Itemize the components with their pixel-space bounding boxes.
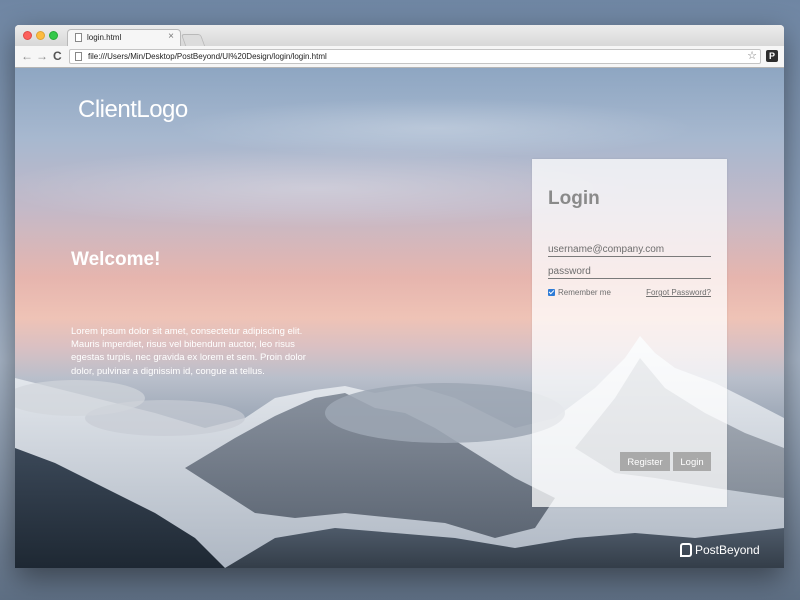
browser-toolbar: ← → C file:///Users/Min/Desktop/PostBeyo… [15, 46, 784, 68]
forward-arrow-icon[interactable]: → [36, 48, 48, 64]
login-panel: Login Remember me Forgot Password? Regis… [532, 159, 727, 507]
page-icon [75, 52, 82, 61]
maximize-window-button[interactable] [49, 31, 58, 40]
register-button[interactable]: Register [620, 452, 670, 471]
welcome-heading: Welcome! [71, 249, 161, 270]
remember-me-checkbox[interactable]: Remember me [548, 288, 611, 298]
login-button[interactable]: Login [673, 452, 711, 471]
reload-icon[interactable]: C [53, 48, 62, 64]
tab-login[interactable]: login.html × [67, 29, 181, 46]
new-tab-button[interactable] [180, 34, 206, 46]
browser-window: login.html × ← → C file:///Users/Min/Des… [15, 25, 784, 568]
client-logo: ClientLogo [78, 96, 188, 123]
checkbox-checked-icon[interactable] [548, 289, 555, 296]
address-bar[interactable]: file:///Users/Min/Desktop/PostBeyond/UI%… [69, 49, 761, 64]
postbeyond-extension-icon[interactable]: P [766, 50, 778, 62]
remember-me-label: Remember me [558, 288, 611, 297]
bookmark-star-icon[interactable]: ☆ [747, 49, 757, 62]
intro-text: Lorem ipsum dolor sit amet, consectetur … [71, 326, 306, 377]
tab-title: login.html [87, 33, 122, 42]
postbeyond-logo-icon [680, 543, 692, 557]
brand-name: PostBeyond [695, 543, 760, 557]
close-window-button[interactable] [23, 31, 32, 40]
page-viewport: ClientLogo Welcome! Lorem ipsum dolor si… [15, 68, 784, 568]
forgot-password-link[interactable]: Forgot Password? [646, 288, 711, 298]
postbeyond-brand: PostBeyond [680, 542, 760, 558]
document-icon [75, 33, 82, 42]
minimize-window-button[interactable] [36, 31, 45, 40]
username-input[interactable] [548, 242, 711, 257]
login-title: Login [548, 188, 600, 209]
back-arrow-icon[interactable]: ← [21, 48, 33, 64]
address-text[interactable]: file:///Users/Min/Desktop/PostBeyond/UI%… [88, 51, 327, 62]
password-input[interactable] [548, 264, 711, 279]
title-bar: login.html × [15, 25, 784, 47]
tab-close-icon[interactable]: × [168, 31, 174, 42]
